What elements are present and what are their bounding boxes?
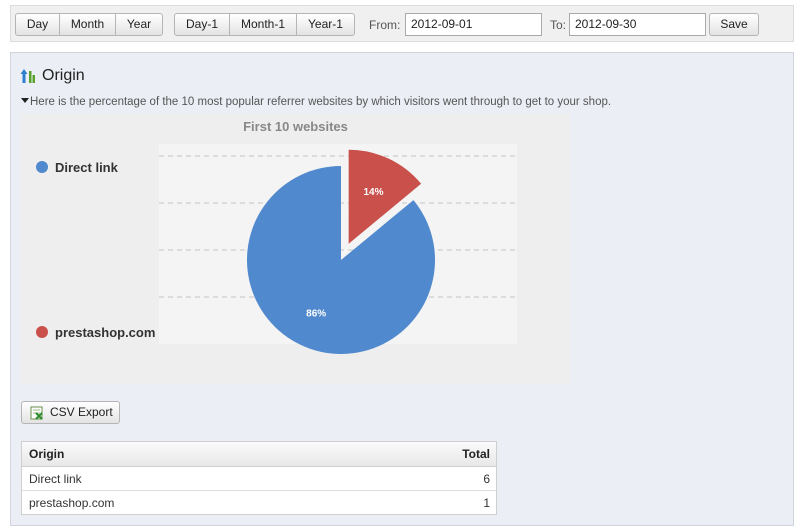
from-date-input[interactable]: 2012-09-01 bbox=[405, 13, 542, 36]
origin-pie-chart: First 10 websites 86% 14% Direct link pre… bbox=[21, 114, 570, 384]
table-row: Direct link 6 bbox=[22, 467, 496, 491]
spreadsheet-icon bbox=[30, 406, 43, 420]
csv-export-label: CSV Export bbox=[50, 405, 113, 419]
month-button[interactable]: Month bbox=[60, 13, 116, 36]
day-minus-1-button[interactable]: Day-1 bbox=[174, 13, 230, 36]
date-toolbar: Day Month Year Day-1 Month-1 Year-1 From… bbox=[10, 5, 794, 42]
year-minus-1-button[interactable]: Year-1 bbox=[297, 13, 355, 36]
from-label: From: bbox=[369, 18, 401, 32]
origin-panel: Origin Here is the percentage of the 10 … bbox=[10, 52, 794, 526]
to-label: To: bbox=[550, 18, 567, 32]
description-text: Here is the percentage of the 10 most po… bbox=[30, 96, 612, 108]
legend-dot bbox=[36, 326, 48, 338]
origin-cell: Direct link bbox=[29, 472, 82, 486]
csv-export-button[interactable]: CSV Export bbox=[21, 401, 120, 424]
to-date-input[interactable]: 2012-09-30 bbox=[569, 13, 706, 36]
legend-label: Direct link bbox=[55, 160, 118, 175]
collapse-triangle-icon[interactable] bbox=[21, 98, 29, 103]
pie-data-label: 86% bbox=[306, 309, 326, 320]
origin-table: Origin Total Direct link 6 prestashop.co… bbox=[21, 441, 497, 515]
legend-label: prestashop.com bbox=[55, 325, 156, 340]
section-description: Here is the percentage of the 10 most po… bbox=[21, 96, 611, 108]
column-header-origin: Origin bbox=[29, 447, 65, 461]
total-cell: 1 bbox=[483, 496, 490, 510]
page-title: Origin bbox=[42, 67, 85, 84]
day-button[interactable]: Day bbox=[15, 13, 60, 36]
month-minus-1-button[interactable]: Month-1 bbox=[230, 13, 297, 36]
table-header: Origin Total bbox=[22, 442, 496, 467]
save-button[interactable]: Save bbox=[709, 13, 759, 36]
pie-data-label: 14% bbox=[363, 187, 383, 198]
column-header-total: Total bbox=[462, 447, 490, 461]
pie-svg: 86% 14% bbox=[159, 149, 517, 354]
table-row: prestashop.com 1 bbox=[22, 491, 496, 514]
sort-arrows-icon bbox=[20, 69, 35, 83]
origin-cell: prestashop.com bbox=[29, 496, 115, 510]
total-cell: 6 bbox=[483, 472, 490, 486]
legend-dot bbox=[36, 161, 48, 173]
year-button[interactable]: Year bbox=[116, 13, 163, 36]
